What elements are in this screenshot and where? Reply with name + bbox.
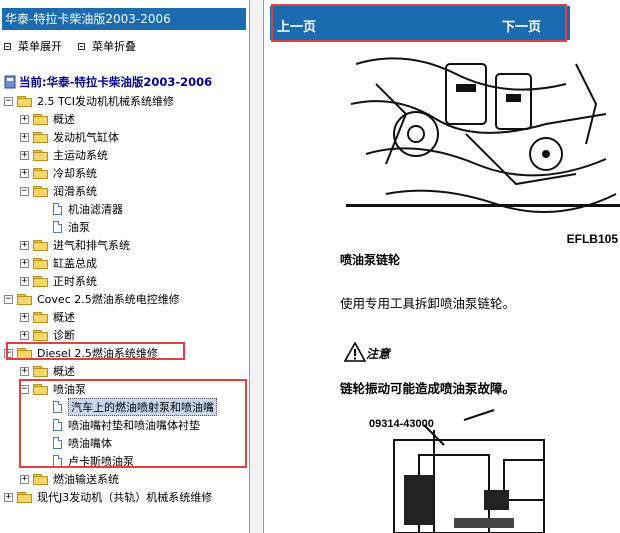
tree-node[interactable]: + 概述 — [20, 110, 75, 128]
tree-node-label: 冷却系统 — [53, 167, 97, 180]
folder-icon — [33, 311, 49, 323]
folder-open-icon — [17, 95, 33, 107]
book-icon — [4, 75, 16, 89]
tree-node-label: 概述 — [53, 311, 75, 324]
tree-node-label: 2.5 TCI发动机机械系统维修 — [37, 95, 174, 108]
tree-node-label: 燃油输送系统 — [53, 473, 119, 486]
folder-open-icon — [33, 185, 49, 197]
folder-icon — [33, 149, 49, 161]
tree-node[interactable]: + 概述 — [20, 362, 75, 380]
highlight-box-diesel — [6, 342, 185, 360]
collapse-all-button[interactable]: 菜单折叠 — [78, 38, 136, 54]
tree-node-label: 主运动系统 — [53, 149, 108, 162]
expand-toggle-icon[interactable]: + — [20, 276, 29, 286]
document-icon — [53, 203, 62, 215]
highlight-box-nav — [271, 4, 567, 42]
tree-node[interactable]: + 概述 — [20, 308, 75, 326]
tree-node[interactable]: − 润滑系统 — [20, 182, 97, 200]
tree-node-label: Covec 2.5燃油系统电控维修 — [37, 293, 180, 306]
tree-leaf-label: 机油滤清器 — [68, 203, 123, 216]
instruction-text: 使用专用工具拆卸喷油泵链轮。 — [340, 296, 516, 311]
tree-node[interactable]: + 主运动系统 — [20, 146, 108, 164]
tree-node-label: 润滑系统 — [53, 185, 97, 198]
tree-node-label: 概述 — [53, 365, 75, 378]
tree-node-hyundai-j3[interactable]: + 现代J3发动机（共轨）机械系统维修 — [4, 488, 212, 506]
warning-icon — [344, 342, 366, 362]
tree-node[interactable]: + 缸盖总成 — [20, 254, 97, 272]
folder-icon — [33, 257, 49, 269]
current-book[interactable]: 当前:华泰-特拉卡柴油版2003-2006 — [4, 74, 212, 90]
tree-node[interactable]: + 正时系统 — [20, 272, 97, 290]
tool-code: 09314-43000 — [369, 418, 434, 430]
expand-toggle-icon[interactable]: + — [20, 114, 29, 124]
folder-icon — [33, 113, 49, 125]
tree-leaf[interactable]: 油泵 — [53, 218, 90, 236]
folder-icon — [33, 167, 49, 179]
caution-text: 链轮振动可能造成喷油泵故障。 — [340, 381, 516, 396]
expand-toggle-icon[interactable]: + — [20, 258, 29, 268]
tree-node-covec[interactable]: − Covec 2.5燃油系统电控维修 — [4, 290, 180, 308]
tree-node-2-5-tci[interactable]: − 2.5 TCI发动机机械系统维修 — [4, 92, 174, 110]
expand-toggle-icon[interactable]: + — [20, 132, 29, 142]
content-panel: 上一页 下一页 EFLB105 喷油泵链轮 使用专用工具拆卸喷油泵链轮。 注意 … — [264, 0, 620, 533]
expand-toggle-icon[interactable]: + — [20, 366, 29, 376]
folder-icon — [33, 473, 49, 485]
folder-icon — [33, 239, 49, 251]
caution-label: 注意 — [344, 342, 390, 362]
expand-all-button[interactable]: 菜单展开 — [4, 38, 62, 54]
tree-node[interactable]: + 发动机气缸体 — [20, 128, 119, 146]
expand-toggle-icon[interactable]: + — [20, 474, 29, 484]
tree-node[interactable]: + 冷却系统 — [20, 164, 97, 182]
collapse-toggle-icon[interactable]: − — [4, 96, 13, 106]
panel-splitter[interactable] — [249, 0, 264, 533]
expand-toggle-icon[interactable]: + — [20, 312, 29, 322]
caution-label-text: 注意 — [366, 347, 391, 361]
collapse-all-label: 菜单折叠 — [92, 40, 136, 53]
collapse-icon — [78, 42, 85, 50]
document-icon — [53, 221, 62, 233]
section-heading: 喷油泵链轮 — [340, 253, 401, 267]
current-book-label: 当前:华泰-特拉卡柴油版2003-2006 — [19, 75, 213, 89]
figure-code: EFLB105 — [566, 232, 618, 246]
collapse-toggle-icon[interactable]: − — [4, 294, 13, 304]
folder-icon — [33, 131, 49, 143]
tree-node[interactable]: + 燃油输送系统 — [20, 470, 119, 488]
tree-leaf-label: 油泵 — [68, 221, 90, 234]
tree-leaf[interactable]: 机油滤清器 — [53, 200, 123, 218]
highlight-box-injection-pump — [19, 379, 247, 468]
tree-node-label: 现代J3发动机（共轨）机械系统维修 — [37, 491, 213, 504]
navigation-panel: 华泰-特拉卡柴油版2003-2006 菜单展开 菜单折叠 当前:华泰-特拉卡柴油… — [0, 0, 249, 533]
tree-node-label: 诊断 — [53, 329, 75, 342]
collapse-toggle-icon[interactable]: − — [20, 186, 29, 196]
sprocket-illustration — [346, 44, 620, 216]
expand-toggle-icon[interactable]: + — [20, 330, 29, 340]
folder-icon — [17, 491, 33, 503]
folder-icon — [33, 329, 49, 341]
expand-icon — [4, 42, 11, 50]
folder-icon — [33, 365, 49, 377]
folder-open-icon — [17, 293, 33, 305]
expand-all-label: 菜单展开 — [18, 40, 62, 53]
expand-toggle-icon[interactable]: + — [20, 168, 29, 178]
expand-toggle-icon[interactable]: + — [4, 492, 13, 502]
tree-node-label: 缸盖总成 — [53, 257, 97, 270]
panel-title: 华泰-特拉卡柴油版2003-2006 — [2, 8, 246, 30]
tree-node-label: 正时系统 — [53, 275, 97, 288]
tree-node[interactable]: + 进气和排气系统 — [20, 236, 130, 254]
folder-icon — [33, 275, 49, 287]
expand-toggle-icon[interactable]: + — [20, 150, 29, 160]
expand-toggle-icon[interactable]: + — [20, 240, 29, 250]
tree-node-label: 概述 — [53, 113, 75, 126]
tree-node-label: 进气和排气系统 — [53, 239, 130, 252]
tree-node-label: 发动机气缸体 — [53, 131, 119, 144]
